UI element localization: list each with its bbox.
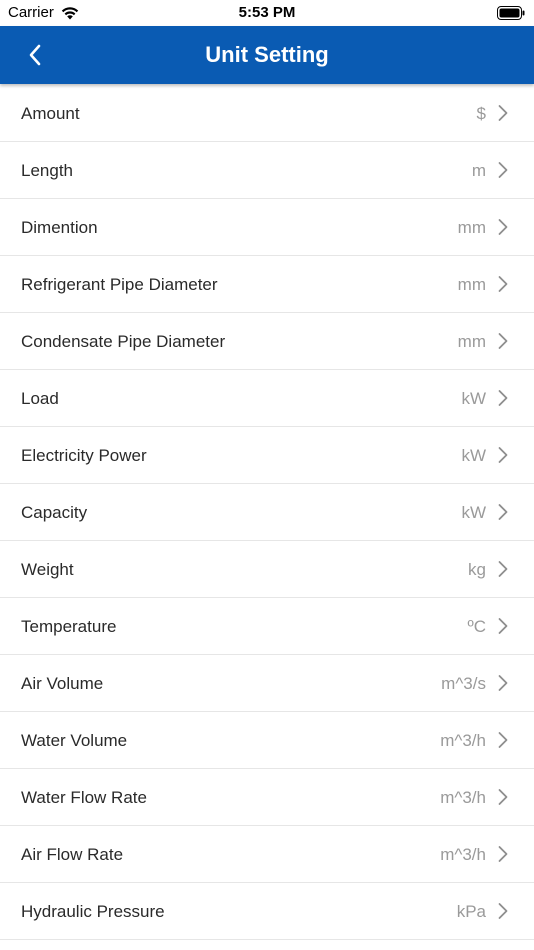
- status-bar: Carrier 5:53 PM: [0, 0, 534, 26]
- setting-unit-value: mm: [457, 332, 486, 351]
- setting-unit-value: m^3/h: [440, 788, 486, 807]
- setting-unit-value: kPa: [456, 902, 486, 921]
- setting-label: Refrigerant Pipe Diameter: [21, 275, 218, 294]
- setting-unit-value: m: [471, 161, 486, 180]
- setting-label: Temperature: [21, 617, 117, 636]
- setting-unit-value: mm: [457, 275, 486, 294]
- setting-label: Air Flow Rate: [21, 845, 124, 864]
- setting-unit-value: kW: [461, 389, 486, 408]
- setting-row[interactable]: Temperature ºC: [0, 598, 534, 655]
- setting-label: Amount: [21, 104, 80, 123]
- setting-label: Condensate Pipe Diameter: [21, 332, 226, 351]
- chevron-right-icon: [498, 732, 508, 748]
- chevron-right-icon: [498, 333, 508, 349]
- setting-label: Length: [21, 161, 73, 180]
- setting-label: Hydraulic Pressure: [21, 902, 165, 921]
- chevron-right-icon: [498, 561, 508, 577]
- setting-unit-value: ºC: [467, 617, 487, 636]
- status-time: 5:53 PM: [238, 4, 296, 21]
- setting-label: Capacity: [21, 503, 88, 522]
- setting-label: Weight: [21, 560, 74, 579]
- setting-row[interactable]: Length m: [0, 142, 534, 199]
- chevron-right-icon: [498, 219, 508, 235]
- unit-settings-list: Amount $ Length m Dimention mm Refrigerant Pip…: [0, 85, 534, 940]
- setting-row[interactable]: Refrigerant Pipe Diameter mm: [0, 256, 534, 313]
- setting-label: Water Flow Rate: [21, 788, 147, 807]
- setting-row[interactable]: Capacity kW: [0, 484, 534, 541]
- chevron-right-icon: [498, 276, 508, 292]
- setting-row[interactable]: Amount $: [0, 85, 534, 142]
- setting-label: Dimention: [21, 218, 98, 237]
- chevron-right-icon: [498, 789, 508, 805]
- setting-row[interactable]: Load kW: [0, 370, 534, 427]
- chevron-right-icon: [498, 846, 508, 862]
- setting-unit-value: kg: [468, 560, 486, 579]
- setting-label: Air Volume: [21, 674, 104, 693]
- setting-row[interactable]: Condensate Pipe Diameter mm: [0, 313, 534, 370]
- setting-row[interactable]: Air Volume m^3/s: [0, 655, 534, 712]
- navigation-bar: Unit Setting: [0, 26, 534, 84]
- setting-unit-value: $: [476, 104, 486, 123]
- setting-row[interactable]: Water Flow Rate m^3/h: [0, 769, 534, 826]
- setting-row[interactable]: Dimention mm: [0, 199, 534, 256]
- setting-unit-value: m^3/h: [440, 731, 486, 750]
- chevron-right-icon: [498, 447, 508, 463]
- setting-label: Electricity Power: [21, 446, 147, 465]
- chevron-right-icon: [498, 903, 508, 919]
- page-title: Unit Setting: [205, 42, 329, 67]
- battery-icon: [497, 6, 525, 20]
- setting-row[interactable]: Weight kg: [0, 541, 534, 598]
- setting-unit-value: m^3/h: [440, 845, 486, 864]
- chevron-right-icon: [498, 504, 508, 520]
- setting-row[interactable]: Water Volume m^3/h: [0, 712, 534, 769]
- setting-unit-value: m^3/s: [441, 674, 486, 693]
- setting-row[interactable]: Air Flow Rate m^3/h: [0, 826, 534, 883]
- setting-row[interactable]: Hydraulic Pressure kPa: [0, 883, 534, 940]
- chevron-right-icon: [498, 675, 508, 691]
- chevron-right-icon: [498, 390, 508, 406]
- chevron-right-icon: [498, 162, 508, 178]
- chevron-right-icon: [498, 618, 508, 634]
- setting-unit-value: kW: [461, 503, 486, 522]
- setting-label: Load: [21, 389, 59, 408]
- setting-unit-value: kW: [461, 446, 486, 465]
- chevron-right-icon: [498, 105, 508, 121]
- setting-unit-value: mm: [457, 218, 486, 237]
- setting-label: Water Volume: [21, 731, 128, 750]
- setting-row[interactable]: Electricity Power kW: [0, 427, 534, 484]
